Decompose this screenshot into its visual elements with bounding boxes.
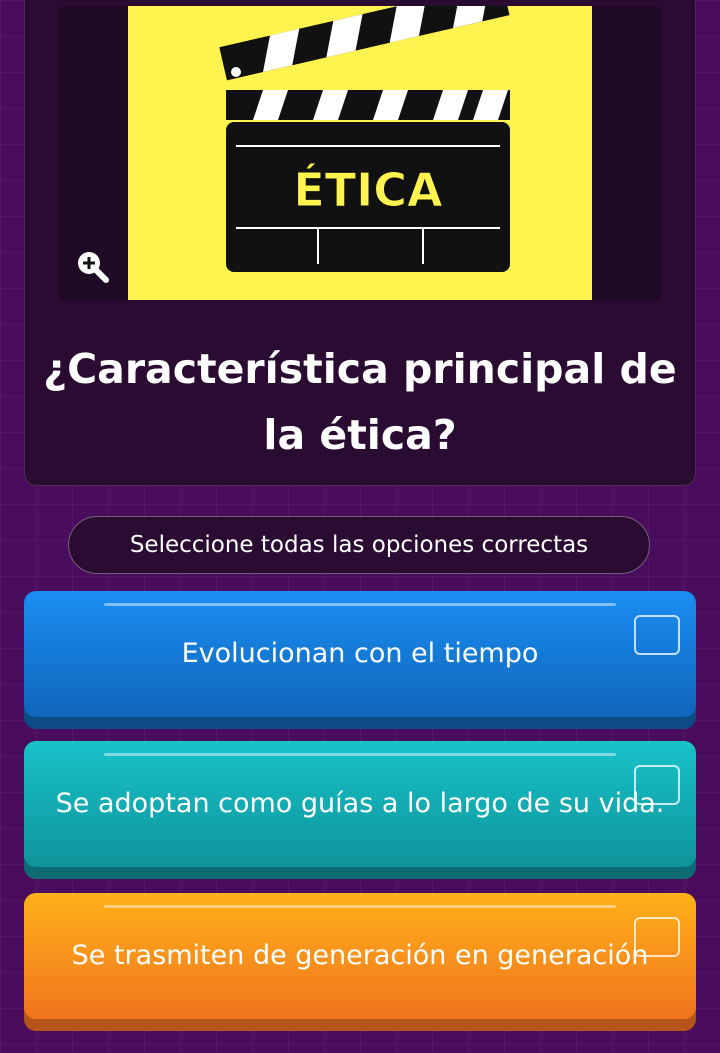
option-highlight	[104, 753, 616, 756]
zoom-in-icon	[78, 252, 109, 283]
question-image: ÉTICA	[128, 6, 592, 300]
answer-option-label: Se adoptan como guías a lo largo de su v…	[55, 788, 665, 819]
clapperboard-illustration: ÉTICA	[219, 6, 510, 272]
checkbox-icon[interactable]	[634, 765, 680, 805]
answer-option-label: Se trasmiten de generación en generación	[71, 940, 649, 971]
instruction-banner: Seleccione todas las opciones correctas	[68, 516, 650, 574]
checkbox-icon[interactable]	[634, 917, 680, 957]
answer-option-face: Evolucionan con el tiempo	[24, 591, 696, 717]
image-title: ÉTICA	[293, 163, 443, 217]
checkbox-icon[interactable]	[634, 615, 680, 655]
question-image-frame: ÉTICA	[58, 6, 662, 300]
answer-option-label: Evolucionan con el tiempo	[181, 638, 539, 669]
zoom-button[interactable]	[72, 246, 112, 286]
answer-option-1[interactable]: Evolucionan con el tiempo	[24, 591, 696, 729]
option-highlight	[104, 603, 616, 606]
answer-option-face: Se trasmiten de generación en generación	[24, 893, 696, 1019]
answer-option-face: Se adoptan como guías a lo largo de su v…	[24, 741, 696, 867]
question-text: ¿Característica principal de la ética?	[43, 345, 677, 459]
answer-option-3[interactable]: Se trasmiten de generación en generación	[24, 893, 696, 1031]
option-highlight	[104, 905, 616, 908]
answer-option-2[interactable]: Se adoptan como guías a lo largo de su v…	[24, 741, 696, 879]
